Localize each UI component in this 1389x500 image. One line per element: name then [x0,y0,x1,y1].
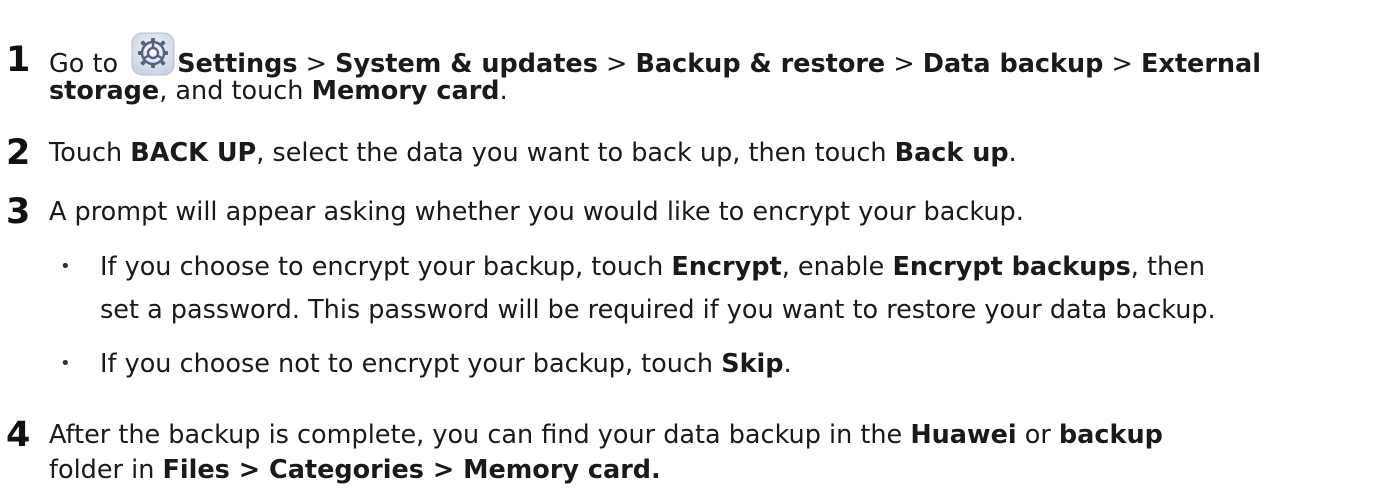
text-segment: , and touch [159,76,312,106]
text-segment: . [783,349,792,379]
step-text-line: After the backup is complete, you can fi… [49,417,1381,453]
bold-text: Encrypt [671,252,782,282]
text-segment: After the backup is complete, you can fi… [49,420,911,450]
step-text-line: Touch BACK UP, select the data you want … [49,135,1381,171]
settings-gear-icon [131,32,175,76]
step-number: 1 [6,40,31,80]
step-text-line: folder in Files > Categories > Memory ca… [49,452,1381,488]
bold-text: Back up [894,138,1009,168]
bullet-text-line: set a password. This password will be re… [100,295,1216,325]
bold-text: Skip [721,349,784,379]
bold-text: BACK UP [130,138,257,168]
text-segment: , select the data you want to back up, t… [256,138,895,168]
step-text-line: storage, and touch Memory card. [49,73,1381,109]
bold-text: storage [49,76,160,106]
bullet-glyph: • [60,353,71,374]
bold-text: Files > Categories > Memory card. [162,455,661,485]
bullet-text-line: If you choose not to encrypt your backup… [100,346,792,382]
bullet-glyph: • [60,256,71,277]
step-number: 4 [6,415,31,455]
text-segment: If you choose not to encrypt your backup… [100,349,722,379]
text-segment: A prompt will appear asking whether you … [49,197,1024,227]
step-number: 3 [6,192,31,232]
text-segment: . [1008,138,1017,168]
step-text-line: A prompt will appear asking whether you … [49,194,1381,230]
text-segment: If you choose to encrypt your backup, to… [100,252,672,282]
text-segment: folder in [49,455,163,485]
bold-text: backup [1058,420,1163,450]
text-segment: . [499,76,508,106]
text-segment: , then [1130,252,1206,282]
text-segment: or [1016,420,1059,450]
step-number: 2 [6,133,31,173]
bold-text: Encrypt backups [892,252,1131,282]
bullet-text-line: If you choose to encrypt your backup, to… [100,249,1205,285]
bold-text: Huawei [910,420,1017,450]
text-segment: , enable [781,252,893,282]
text-segment: Touch [49,138,131,168]
bold-text: Memory card [311,76,500,106]
